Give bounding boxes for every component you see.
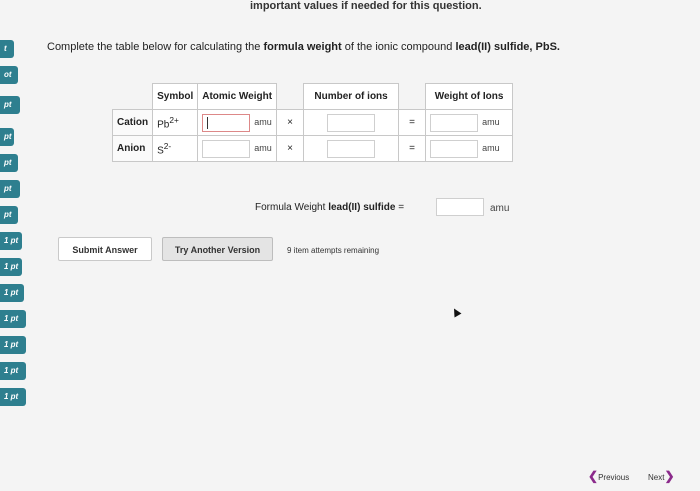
cation-number-of-ions-cell	[303, 109, 400, 136]
table-row: Cation Pb2+ amu × = amu	[111, 109, 514, 136]
sidebar-item[interactable]: 1 pt	[0, 362, 26, 380]
anion-number-of-ions-input[interactable]	[327, 139, 376, 158]
header-number-of-ions: Number of ions	[303, 83, 400, 110]
next-link[interactable]: Next❯	[648, 469, 675, 483]
submit-answer-button[interactable]: Submit Answer	[58, 237, 152, 261]
anion-weight-of-ions-cell: amu	[425, 135, 514, 162]
anion-weight-unit: amu	[482, 143, 500, 154]
question-text: Complete the table below for calculating…	[47, 41, 560, 53]
header-equals-spacer	[399, 84, 426, 110]
question-bold-term: formula weight	[263, 41, 342, 53]
cation-number-of-ions-input[interactable]	[327, 113, 376, 132]
row-label-cation: Cation	[111, 109, 154, 136]
sidebar-item[interactable]: pt	[0, 96, 20, 114]
cation-atomic-weight-input[interactable]	[202, 113, 251, 132]
header-weight-of-ions: Weight of Ions	[425, 83, 514, 110]
cation-weight-unit: amu	[482, 117, 500, 128]
anion-symbol: S2-	[152, 135, 199, 162]
sidebar-item[interactable]: pt	[0, 180, 20, 198]
previous-label: Previous	[598, 473, 630, 482]
header-atomic-weight: Atomic Weight	[197, 83, 278, 110]
sidebar-item[interactable]: 1 pt	[0, 310, 26, 328]
table-corner	[113, 84, 153, 110]
anion-atomic-weight-input[interactable]	[202, 139, 251, 158]
cation-symbol: Pb2+	[152, 109, 199, 136]
formula-weight-equals: =	[395, 202, 405, 213]
header-symbol: Symbol	[152, 83, 199, 110]
sidebar-item[interactable]: 1 pt	[0, 258, 22, 276]
formula-weight-label: Formula Weight lead(II) sulfide =	[255, 202, 404, 213]
formula-weight-table: Symbol Atomic Weight Number of ions Weig…	[111, 83, 514, 162]
sidebar-item[interactable]: pt	[0, 206, 18, 224]
cation-equals: =	[398, 109, 427, 136]
sidebar-item[interactable]: t	[0, 40, 14, 58]
cation-atomic-weight-unit: amu	[254, 117, 272, 128]
sidebar-item[interactable]: pt	[0, 128, 14, 146]
header-times-spacer	[277, 84, 304, 110]
formula-weight-compound: lead(II) sulfide	[328, 202, 396, 213]
anion-charge: 2-	[163, 140, 172, 151]
sidebar-item[interactable]: 1 pt	[0, 388, 26, 406]
anion-times: ×	[276, 135, 305, 162]
mouse-cursor-icon	[450, 306, 462, 318]
anion-symbol-base: S	[157, 145, 164, 157]
cation-charge: 2+	[169, 114, 179, 125]
question-compound: lead(II) sulfide, PbS.	[455, 41, 560, 53]
anion-equals: =	[398, 135, 427, 162]
sidebar-item[interactable]: 1 pt	[0, 336, 26, 354]
anion-number-of-ions-cell	[303, 135, 400, 162]
cation-times: ×	[276, 109, 305, 136]
sidebar-item[interactable]: ot	[0, 66, 18, 84]
row-label-anion: Anion	[111, 135, 154, 162]
cation-atomic-weight-cell: amu	[197, 109, 278, 136]
chevron-left-icon: ❮	[588, 469, 599, 483]
attempts-remaining: 9 item attempts remaining	[287, 246, 380, 255]
table-row: Anion S2- amu × = amu	[111, 135, 514, 162]
cation-symbol-base: Pb	[157, 119, 170, 131]
anion-atomic-weight-unit: amu	[254, 143, 272, 154]
sidebar-item[interactable]: 1 pt	[0, 232, 22, 250]
sidebar-item[interactable]: 1 pt	[0, 284, 24, 302]
anion-atomic-weight-cell: amu	[197, 135, 278, 162]
try-another-version-button[interactable]: Try Another Version	[162, 237, 273, 261]
question-prefix: Complete the table below for calculating…	[47, 41, 264, 53]
anion-weight-of-ions-input[interactable]	[430, 139, 479, 158]
sidebar-item[interactable]: pt	[0, 154, 18, 172]
chevron-right-icon: ❯	[664, 469, 675, 483]
cation-weight-of-ions-cell: amu	[425, 109, 514, 136]
question-mid: of the ionic compound	[341, 41, 456, 53]
formula-weight-input[interactable]	[436, 198, 484, 216]
top-instruction-note: important values if needed for this ques…	[250, 0, 482, 12]
next-label: Next	[648, 473, 665, 482]
cation-weight-of-ions-input[interactable]	[430, 113, 479, 132]
previous-link[interactable]: ❮Previous	[588, 469, 629, 483]
formula-weight-unit: amu	[490, 203, 510, 214]
formula-weight-prefix: Formula Weight	[255, 202, 329, 213]
